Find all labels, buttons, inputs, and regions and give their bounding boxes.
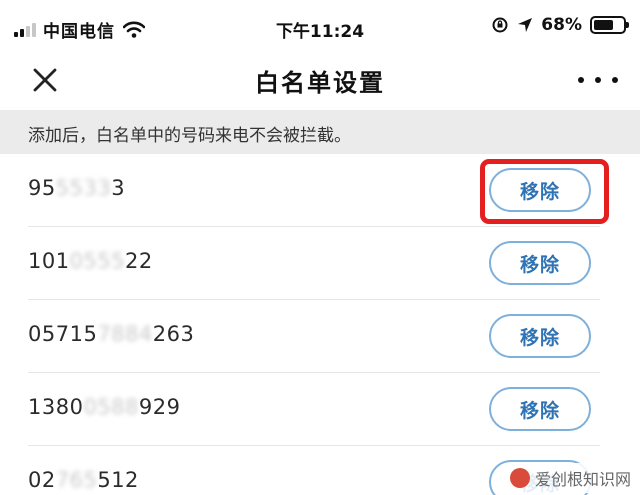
number-visible-part: 1380 bbox=[28, 395, 84, 419]
page-title: 白名单设置 bbox=[255, 69, 385, 97]
watermark: 爱创根知识网 bbox=[502, 463, 638, 493]
rotation-lock-icon bbox=[492, 17, 508, 33]
number-visible-part: 22 bbox=[125, 249, 153, 273]
battery-fill bbox=[594, 20, 614, 30]
number-blurred-part: 765 bbox=[55, 468, 98, 492]
number-visible-part: 929 bbox=[138, 395, 181, 419]
notice-text: 添加后，白名单中的号码来电不会被拦截。 bbox=[28, 126, 351, 146]
number-visible-part: 512 bbox=[97, 468, 139, 492]
number-visible-part: 02 bbox=[28, 468, 56, 492]
battery-icon bbox=[590, 16, 629, 34]
phone-number: 101055522 bbox=[28, 249, 153, 273]
status-right: 68% bbox=[491, 15, 629, 35]
phone-number: 9555333 bbox=[28, 176, 125, 200]
nav-bar: 白名单设置 bbox=[0, 52, 640, 110]
watermark-logo-icon bbox=[509, 468, 530, 488]
more-icon[interactable] bbox=[578, 72, 618, 88]
number-visible-part: 101 bbox=[28, 249, 70, 273]
phone-number: 13800588929 bbox=[28, 395, 181, 419]
number-visible-part: 263 bbox=[152, 322, 195, 346]
number-blurred-part: 0555 bbox=[69, 249, 126, 273]
notice-banner: 添加后，白名单中的号码来电不会被拦截。 bbox=[0, 110, 640, 154]
list-item: 13800588929 移除 bbox=[0, 373, 640, 446]
phone-number: 057157884263 bbox=[28, 322, 194, 346]
battery-percent: 68% bbox=[541, 15, 582, 35]
more-dot bbox=[578, 77, 584, 83]
remove-button[interactable]: 移除 bbox=[489, 387, 591, 431]
location-arrow-icon bbox=[518, 18, 533, 32]
remove-button[interactable]: 移除 bbox=[489, 241, 591, 285]
number-blurred-part: 5533 bbox=[55, 176, 112, 200]
more-dot bbox=[595, 77, 601, 83]
list-item: 057157884263 移除 bbox=[0, 300, 640, 373]
number-visible-part: 95 bbox=[28, 176, 56, 200]
number-visible-part: 3 bbox=[111, 176, 126, 200]
number-blurred-part: 0588 bbox=[83, 395, 139, 419]
watermark-text: 爱创根知识网 bbox=[534, 470, 631, 489]
status-bar: 中国电信 下午11:24 68% bbox=[0, 0, 640, 52]
more-dot bbox=[612, 77, 618, 83]
phone-number: 02765512 bbox=[28, 468, 139, 492]
highlight-annotation-box bbox=[480, 159, 609, 224]
number-visible-part: 05715 bbox=[28, 322, 98, 346]
remove-button[interactable]: 移除 bbox=[489, 314, 591, 358]
number-blurred-part: 7884 bbox=[97, 322, 153, 346]
list-item: 101055522 移除 bbox=[0, 227, 640, 300]
